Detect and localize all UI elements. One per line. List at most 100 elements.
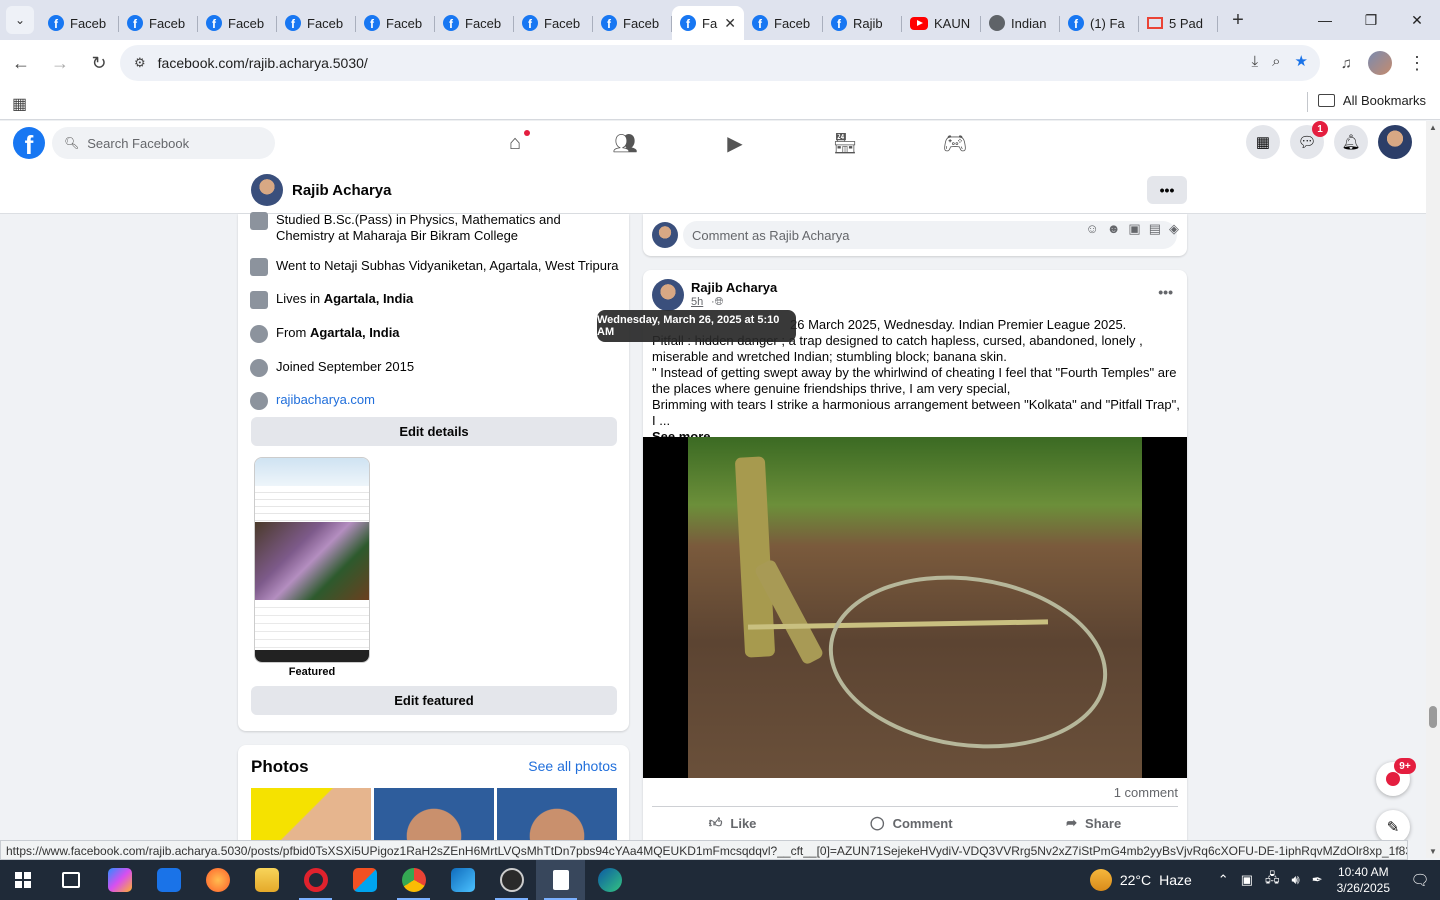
install-app-icon[interactable]: ⤓ xyxy=(1252,53,1259,70)
browser-tab[interactable]: f Faceb xyxy=(119,6,198,40)
emoji-icon[interactable]: ☻ xyxy=(1107,221,1121,237)
browser-tab[interactable]: Indian xyxy=(981,6,1060,40)
comment-button[interactable]: ◯ Comment xyxy=(870,810,953,836)
scrollbar-thumb[interactable] xyxy=(1429,706,1437,728)
post-author-avatar[interactable] xyxy=(652,279,684,311)
gif-icon[interactable]: ▤ xyxy=(1149,221,1161,237)
task-view-button[interactable] xyxy=(46,860,95,900)
browser-tab[interactable]: f (1) Fa xyxy=(1060,6,1139,40)
close-window-button[interactable]: ✕ xyxy=(1394,0,1440,40)
gaming-nav-icon[interactable]: 🎮︎ xyxy=(900,121,1010,166)
start-button[interactable] xyxy=(0,860,46,900)
taskbar-app-file-explorer[interactable] xyxy=(242,860,291,900)
post-timestamp[interactable]: 5h xyxy=(691,296,703,308)
back-button[interactable]: ← xyxy=(3,45,39,81)
notifications-bell-icon[interactable]: 🔔︎ xyxy=(1334,125,1368,159)
site-info-icon[interactable]: ⚙ xyxy=(134,55,146,71)
profile-name[interactable]: Rajib Acharya xyxy=(292,182,392,199)
share-button[interactable]: ➦ Share xyxy=(1066,810,1121,836)
post-image-container[interactable] xyxy=(643,437,1187,778)
new-tab-button[interactable]: + xyxy=(1224,6,1252,34)
browser-tab[interactable]: 5 Pad xyxy=(1139,6,1218,40)
browser-tab[interactable]: f Faceb xyxy=(435,6,514,40)
friends-nav-icon[interactable]: 👥︎ xyxy=(570,121,680,166)
featured-thumbnail[interactable] xyxy=(254,457,370,663)
apps-grid-icon[interactable]: ▦ xyxy=(12,94,27,114)
forward-button[interactable]: → xyxy=(42,45,78,81)
browser-tab[interactable]: f Faceb xyxy=(514,6,593,40)
messenger-icon[interactable]: 💬︎ 1 xyxy=(1290,121,1328,159)
new-message-button[interactable]: ✎ xyxy=(1376,810,1410,844)
photo-thumbnail[interactable] xyxy=(497,788,617,845)
website-link[interactable]: rajibacharya.com xyxy=(276,392,375,410)
restore-button[interactable]: ❐ xyxy=(1348,0,1394,40)
address-bar[interactable]: ⚙ facebook.com/rajib.acharya.5030/ ⤓ ⌕ ★ xyxy=(120,45,1320,81)
taskbar-app-chrome[interactable] xyxy=(389,860,438,900)
bookmark-star-icon[interactable]: ★ xyxy=(1295,52,1308,70)
browser-tab[interactable]: f Faceb xyxy=(277,6,356,40)
taskbar-app-notepad[interactable] xyxy=(536,860,585,900)
commenter-avatar[interactable] xyxy=(652,222,678,248)
browser-tab[interactable]: f Rajib xyxy=(823,6,902,40)
chrome-profile-avatar[interactable] xyxy=(1368,51,1392,75)
video-nav-icon[interactable]: ▶ xyxy=(680,121,790,166)
photo-thumbnail[interactable] xyxy=(374,788,494,845)
media-control-icon[interactable]: ♫ xyxy=(1341,55,1352,72)
scroll-down-arrow-icon[interactable]: ▼ xyxy=(1429,847,1437,856)
see-all-photos-link[interactable]: See all photos xyxy=(528,758,617,774)
volume-icon[interactable]: 🔊︎ xyxy=(1292,872,1300,888)
taskbar-app-copilot[interactable] xyxy=(95,860,144,900)
intro-from-place[interactable]: Agartala, India xyxy=(310,325,400,340)
browser-tab[interactable]: f Faceb xyxy=(356,6,435,40)
taskbar-app-teamviewer[interactable] xyxy=(144,860,193,900)
taskbar-app-store[interactable] xyxy=(340,860,389,900)
marketplace-nav-icon[interactable]: 🏪︎ xyxy=(790,121,900,166)
taskbar-app-opera[interactable] xyxy=(291,860,340,900)
show-hidden-icons-chevron-icon[interactable]: ⌃ xyxy=(1218,872,1229,888)
post-options-button[interactable]: ••• xyxy=(1158,284,1173,300)
zoom-icon[interactable]: ⌕ xyxy=(1272,53,1280,70)
weather-widget[interactable]: 22°C Haze xyxy=(1089,869,1192,891)
page-scrollbar[interactable]: ▲ ▼ xyxy=(1426,121,1440,858)
browser-tab[interactable]: f Faceb xyxy=(40,6,119,40)
all-bookmarks-button[interactable]: All Bookmarks xyxy=(1317,93,1426,108)
like-button[interactable]: 👍︎ Like xyxy=(709,810,757,836)
sticker-icon[interactable]: ◈ xyxy=(1169,221,1179,237)
camera-icon[interactable]: ▣ xyxy=(1128,221,1140,237)
intro-lives-place[interactable]: Agartala, India xyxy=(324,291,414,306)
pen-icon[interactable]: ✒ xyxy=(1312,872,1323,888)
notification-center-icon[interactable]: 🗨︎ xyxy=(1400,860,1440,900)
facebook-logo-icon[interactable]: f xyxy=(13,127,45,159)
taskbar-app-photos[interactable] xyxy=(438,860,487,900)
browser-tab[interactable]: f Faceb xyxy=(593,6,672,40)
menu-grid-icon[interactable]: ▦ xyxy=(1246,125,1280,159)
profile-avatar[interactable] xyxy=(251,174,283,206)
minimize-button[interactable]: — xyxy=(1302,0,1348,40)
browser-tab[interactable]: KAUN xyxy=(902,6,981,40)
chrome-menu-icon[interactable]: ⋮ xyxy=(1408,53,1426,74)
avatar-sticker-icon[interactable]: ☺ xyxy=(1085,221,1098,237)
account-avatar[interactable] xyxy=(1378,125,1412,159)
tab-search-button[interactable]: ⌄ xyxy=(6,6,34,34)
intro-education-row: Studied B.Sc.(Pass) in Physics, Mathemat… xyxy=(250,212,610,244)
home-nav-icon[interactable]: ⌂ xyxy=(460,121,570,166)
browser-tab[interactable]: f Faceb xyxy=(744,6,823,40)
taskbar-app-edge[interactable] xyxy=(585,860,634,900)
browser-tab[interactable]: f Faceb xyxy=(198,6,277,40)
taskbar-app-firefox[interactable] xyxy=(193,860,242,900)
meet-now-icon[interactable]: ▣ xyxy=(1241,872,1253,888)
reload-button[interactable]: ↻ xyxy=(81,45,117,81)
photo-thumbnail[interactable] xyxy=(251,788,371,845)
edit-featured-button[interactable]: Edit featured xyxy=(251,686,617,715)
system-clock[interactable]: 10:40 AM 3/26/2025 xyxy=(1337,864,1390,896)
edit-details-button[interactable]: Edit details xyxy=(251,417,617,446)
taskbar-app-obs[interactable] xyxy=(487,860,536,900)
profile-more-button[interactable]: ••• xyxy=(1147,176,1187,204)
facebook-search-input[interactable]: 🔍︎ Search Facebook xyxy=(52,127,275,159)
scroll-up-arrow-icon[interactable]: ▲ xyxy=(1429,123,1437,132)
tab-close-icon[interactable]: ✕ xyxy=(724,15,736,32)
post-author-name[interactable]: Rajib Acharya xyxy=(691,280,777,295)
browser-tab[interactable]: f Fa ✕ xyxy=(672,6,744,40)
comment-count[interactable]: 1 comment xyxy=(1114,785,1178,800)
network-icon[interactable]: 🖧︎ xyxy=(1265,869,1280,891)
